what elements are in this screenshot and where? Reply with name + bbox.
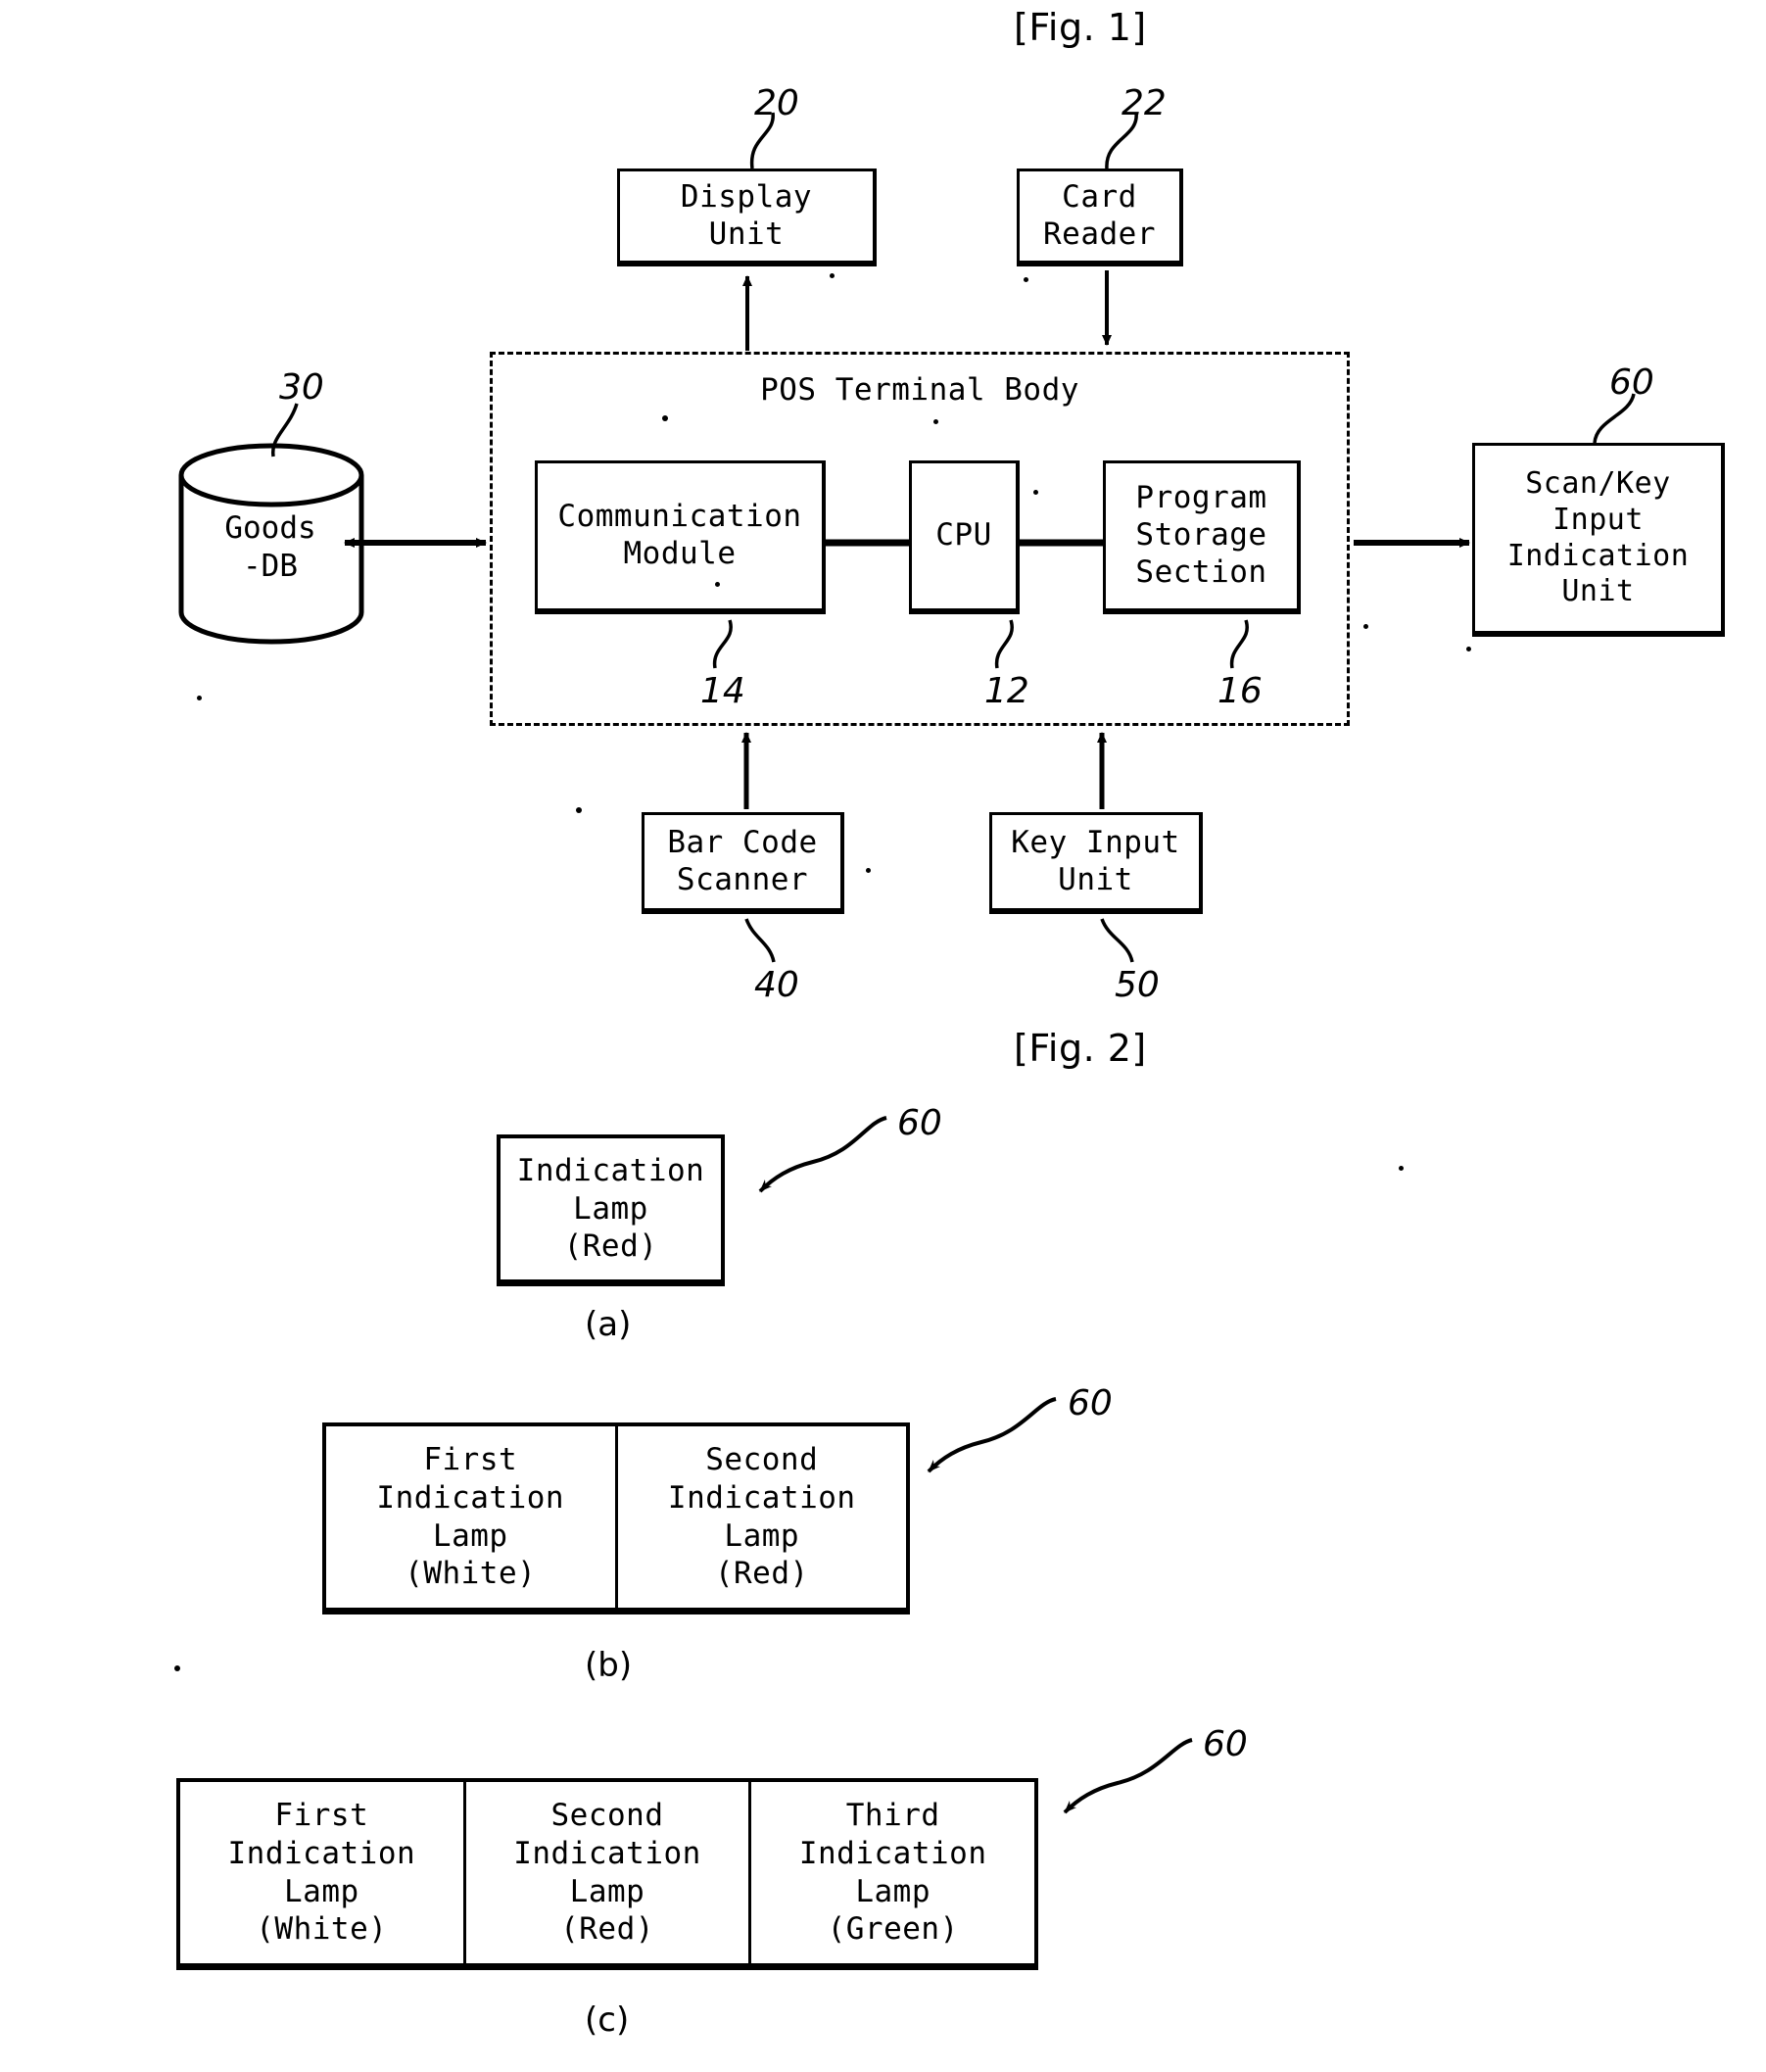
scan-speck (576, 807, 582, 813)
ref-16: 16 (1217, 671, 1263, 711)
figure-2-title: [Fig. 2] (1014, 1027, 1147, 1070)
block-card-reader-label: Card Reader (1043, 178, 1156, 252)
container-pos-terminal-body-label: POS Terminal Body (760, 372, 1079, 408)
fig2-panel-a-lamp-table: Indication Lamp (Red) (497, 1134, 725, 1286)
lamp-cell-third-indication-lamp-green: Third Indication Lamp (Green) (798, 1798, 987, 1948)
ref-60-fig2-b: 60 (1068, 1383, 1113, 1423)
leader-line-60-fig2-a (758, 1116, 887, 1193)
scan-speck (1399, 1166, 1404, 1171)
scan-speck (830, 273, 835, 278)
block-scan-key-input-indication-unit: Scan/Key Input Indication Unit (1472, 443, 1725, 637)
block-bar-code-scanner-label: Bar Code Scanner (667, 824, 818, 897)
scan-speck (174, 1665, 180, 1671)
block-communication-module: Communication Module (535, 460, 826, 614)
ref-40: 40 (754, 965, 799, 1005)
scan-speck (1363, 624, 1368, 629)
lamp-cell-second-indication-lamp-red-c: Second Indication Lamp (Red) (466, 1782, 752, 1963)
block-bar-code-scanner: Bar Code Scanner (642, 812, 844, 914)
block-program-storage-section: Program Storage Section (1103, 460, 1301, 614)
scan-speck (933, 419, 938, 424)
ref-30: 30 (279, 367, 324, 408)
block-goods-db-label: Goods -DB (224, 510, 316, 584)
ref-50: 50 (1115, 965, 1160, 1005)
connector-overlay (178, 112, 1636, 1814)
scan-speck (1033, 490, 1038, 495)
scan-speck (1024, 277, 1028, 282)
ref-20: 20 (754, 83, 799, 123)
lamp-cell-indication-lamp-red: Indication Lamp (Red) (516, 1152, 705, 1265)
block-program-storage-section-label: Program Storage Section (1135, 480, 1267, 590)
block-cpu-label: CPU (935, 517, 992, 554)
lamp-cell-second-indication-lamp-red: Second Indication Lamp (Red) (667, 1442, 856, 1592)
scan-speck (715, 582, 720, 587)
lamp-cell-first-indication-lamp-white: First Indication Lamp (White) (326, 1426, 618, 1608)
figure-1-title: [Fig. 1] (1014, 6, 1147, 49)
block-scan-key-input-indication-unit-label: Scan/Key Input Indication Unit (1506, 466, 1690, 609)
fig2-caption-b: (b) (585, 1646, 633, 1685)
fig2-caption-a: (a) (585, 1305, 632, 1344)
leader-line-50 (1100, 918, 1134, 963)
block-display-unit: Display Unit (617, 169, 877, 266)
block-communication-module-label: Communication Module (557, 499, 802, 571)
scan-speck (662, 415, 668, 421)
leader-line-40 (744, 918, 776, 963)
ref-14: 14 (700, 671, 745, 711)
leader-line-60-fig2-b (927, 1397, 1057, 1473)
leader-line-30 (271, 403, 299, 458)
block-cpu: CPU (909, 460, 1020, 614)
ref-60-fig2-c: 60 (1203, 1724, 1248, 1764)
scan-speck (1466, 647, 1471, 651)
fig2-caption-c: (c) (585, 2000, 630, 2040)
ref-12: 12 (984, 671, 1029, 711)
scan-speck (197, 696, 202, 700)
fig2-panel-c-lamp-table: First Indication Lamp (White) Second Ind… (176, 1778, 1038, 1970)
block-card-reader: Card Reader (1017, 169, 1183, 266)
lamp-cell-first-indication-lamp-white-c: First Indication Lamp (White) (180, 1782, 466, 1963)
ref-60-fig2-a: 60 (897, 1103, 942, 1143)
block-key-input-unit: Key Input Unit (989, 812, 1203, 914)
fig2-panel-b-lamp-table: First Indication Lamp (White) Second Ind… (322, 1422, 910, 1614)
leader-line-60-fig2-c (1063, 1738, 1193, 1814)
patent-drawing-sheet: [Fig. 1] Display Unit 20 Card Reader 22 … (0, 0, 1766, 2072)
ref-60-fig1: 60 (1609, 362, 1654, 403)
scan-speck (866, 868, 871, 873)
block-key-input-unit-label: Key Input Unit (1011, 824, 1180, 897)
ref-22: 22 (1122, 83, 1167, 123)
block-display-unit-label: Display Unit (680, 178, 813, 252)
